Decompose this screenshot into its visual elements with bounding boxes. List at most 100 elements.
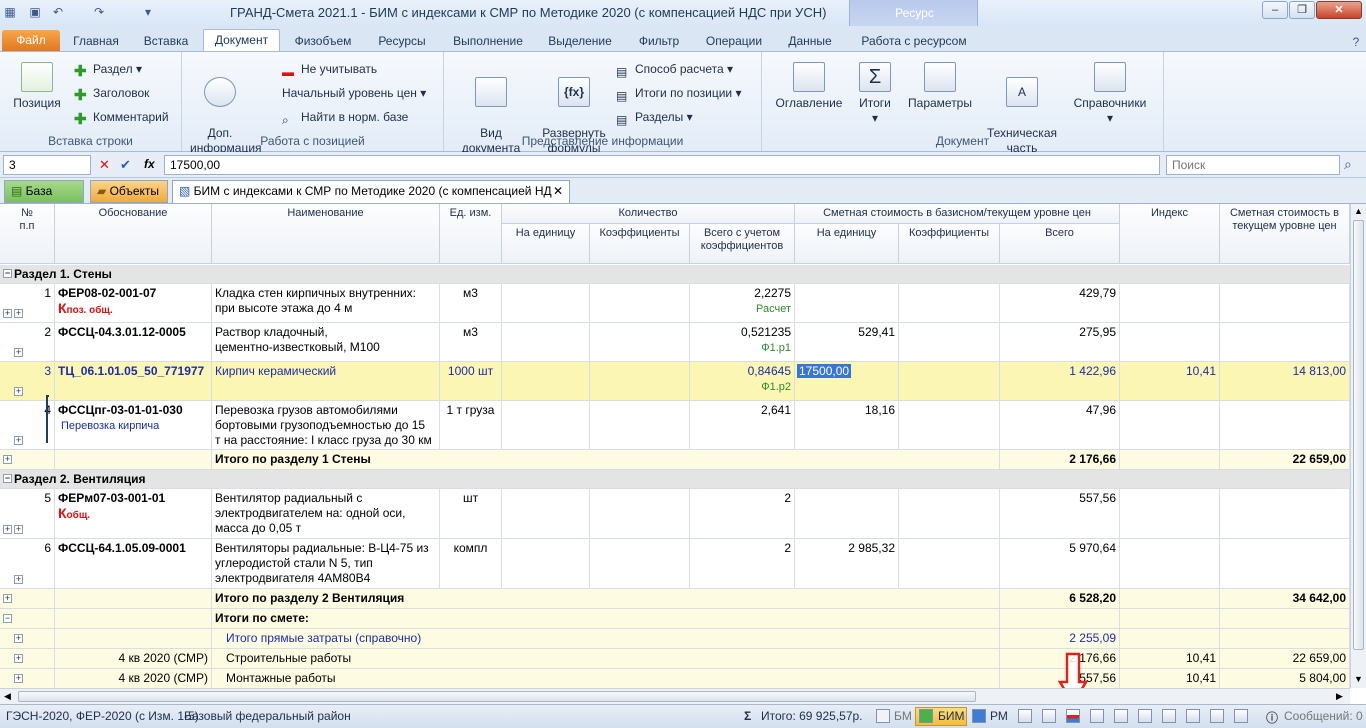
header-qty-total[interactable]: Всего с учетом коэффициентов (690, 224, 795, 264)
header-basis[interactable]: Обоснование (55, 204, 212, 264)
insert-comment-button[interactable]: ✚ Комментарий (74, 109, 169, 127)
table-row-selected[interactable]: 3 + ТЦ_06.1.01.05_50_771977 Кирпич керам… (0, 362, 1350, 401)
basis-code[interactable]: ФССЦ-04.3.01.12-0005 (55, 323, 212, 361)
scroll-right-icon[interactable]: ▶ (1336, 691, 1343, 702)
normative-base[interactable]: ГЭСН-2020, ФЕР-2020 (с Изм. 1-5) (6, 709, 199, 723)
expand-icon[interactable]: + (14, 575, 23, 584)
tab-filter[interactable]: Фильтр (630, 31, 688, 52)
position-totals-dropdown[interactable]: ▤ Итоги по позиции ▾ (616, 85, 741, 103)
search-icon[interactable]: ⌕ (1344, 156, 1352, 173)
header-unit[interactable]: Ед. изм. (440, 204, 502, 264)
maximize-button[interactable]: ❐ (1289, 1, 1315, 19)
mode-icon-2[interactable] (1042, 709, 1056, 723)
redo-icon[interactable]: ↷ (91, 4, 107, 20)
tab-document[interactable]: Документ (203, 29, 280, 52)
formula-input[interactable]: 17500,00 (164, 155, 1160, 175)
expand-icon[interactable]: + (14, 348, 23, 357)
region[interactable]: Базовый федеральный район (184, 709, 351, 723)
expand-icon[interactable]: + (14, 525, 23, 534)
quick-access-menu-icon[interactable]: ▾ (140, 4, 156, 20)
construction-works-row[interactable]: + 4 кв 2020 (СМР) Строительные работы 2 … (0, 649, 1350, 669)
scroll-down-icon[interactable]: ▼ (1354, 674, 1363, 684)
vertical-scrollbar[interactable]: ▲ ▼ (1350, 204, 1366, 688)
bm-icon[interactable] (876, 709, 890, 723)
calc-method-dropdown[interactable]: ▤ Способ расчета ▾ (616, 61, 733, 79)
cell-reference-field[interactable]: 3 (3, 155, 91, 175)
tab-document-open[interactable]: ▧ БИМ с индексами к СМР по Методике 2020… (172, 180, 570, 203)
header-num[interactable]: № п.п (0, 204, 55, 264)
tab-resources[interactable]: Ресурсы (370, 31, 434, 52)
ignore-button[interactable]: ▬ Не учитывать (282, 61, 377, 79)
header-cost-total[interactable]: Всего (1000, 224, 1120, 264)
mode-icon-4[interactable] (1114, 709, 1128, 723)
header-current-cost[interactable]: Сметная стоимость в текущем уровне цен (1220, 204, 1350, 264)
scroll-left-icon[interactable]: ◀ (4, 691, 11, 702)
rm-icon[interactable] (972, 709, 986, 723)
tab-objects[interactable]: ▰ Объекты (90, 180, 168, 203)
references-button[interactable]: Справочники ▾ (1068, 62, 1152, 126)
table-row[interactable]: 5 + + ФЕРм07-03-001-01 Кобщ. Вентилятор ра… (0, 489, 1350, 539)
direct-costs-row[interactable]: + Итого прямые затраты (справочно) 2 255… (0, 629, 1350, 649)
table-row[interactable]: 2 + ФССЦ-04.3.01.12-0005 Раствор кладочн… (0, 323, 1350, 362)
close-tab-icon[interactable]: ✕ (553, 181, 563, 202)
confirm-icon[interactable]: ✔ (120, 157, 131, 173)
mode-icon-9[interactable] (1234, 709, 1248, 723)
app-icon[interactable]: ▦ (2, 4, 18, 20)
help-icon[interactable]: ? (1348, 34, 1364, 50)
basis-code[interactable]: ТЦ_06.1.01.05_50_771977 (55, 362, 212, 400)
current-price-mode-icon[interactable] (1066, 709, 1080, 723)
tab-home[interactable]: Главная (66, 31, 126, 52)
basis-code[interactable]: ФССЦ-64.1.05.09-0001 (55, 539, 212, 588)
undo-icon[interactable]: ↶ (50, 4, 66, 20)
header-cost[interactable]: Сметная стоимость в базисном/текущем уро… (795, 204, 1120, 224)
estimate-totals-row[interactable]: − Итоги по смете: (0, 609, 1350, 629)
insert-heading-button[interactable]: ✚ Заголовок (74, 85, 149, 103)
totals-button[interactable]: Σ Итоги ▾ (852, 62, 898, 126)
tab-data[interactable]: Данные (780, 31, 840, 52)
expand-icon[interactable]: + (3, 525, 12, 534)
basis-code[interactable]: ФССЦпг-03-01-01-030 (58, 403, 183, 417)
expand-icon[interactable]: + (14, 309, 23, 318)
header-name[interactable]: Наименование (212, 204, 440, 264)
basis-code[interactable]: ФЕР08-02-001-07 (58, 286, 156, 300)
mode-icon-3[interactable] (1090, 709, 1104, 723)
horizontal-scrollbar[interactable]: ◀ ▶ (0, 688, 1350, 704)
mode-icon-6[interactable] (1162, 709, 1176, 723)
tab-operations[interactable]: Операции (699, 31, 769, 52)
tab-selection[interactable]: Выделение (542, 31, 618, 52)
expand-icon[interactable]: + (14, 387, 23, 396)
save-icon[interactable]: ▣ (27, 4, 43, 20)
mode-icon-5[interactable] (1138, 709, 1152, 723)
insert-position-button[interactable]: Позиция (8, 62, 66, 111)
minimize-button[interactable]: – (1262, 1, 1288, 19)
scroll-thumb[interactable] (1353, 220, 1364, 650)
bm-toggle[interactable]: БМ (894, 709, 912, 723)
scroll-up-icon[interactable]: ▲ (1354, 206, 1363, 216)
collapse-icon[interactable]: − (3, 269, 12, 278)
mode-icon-1[interactable] (1018, 709, 1032, 723)
tab-file[interactable]: Файл (2, 30, 60, 52)
price-level-dropdown[interactable]: Начальный уровень цен ▾ (282, 85, 426, 101)
tab-base[interactable]: ▤ База (4, 180, 84, 203)
header-qty-unit[interactable]: На единицу (502, 224, 590, 264)
tab-resource-work[interactable]: Работа с ресурсом (852, 31, 976, 52)
section-row[interactable]: − Раздел 1. Стены (0, 265, 1350, 284)
installation-works-row[interactable]: + 4 кв 2020 (СМР) Монтажные работы 557,5… (0, 669, 1350, 688)
table-row[interactable]: 4 + ФССЦпг-03-01-01-030 Перевозка кирпича… (0, 395, 1350, 450)
mode-icon-8[interactable] (1210, 709, 1224, 723)
search-input[interactable] (1166, 155, 1340, 175)
expand-icon[interactable]: + (14, 436, 23, 445)
cost-unit-editor[interactable]: 17500,00 (797, 364, 852, 378)
basis-code[interactable]: ФЕРм07-03-001-01 (58, 491, 165, 505)
insert-section-button[interactable]: ✚ Раздел ▾ (74, 61, 142, 79)
rm-toggle[interactable]: РМ (990, 709, 1008, 723)
header-qty-coef[interactable]: Коэффициенты (590, 224, 690, 264)
collapse-icon[interactable]: − (3, 474, 12, 483)
toc-button[interactable]: Оглавление (774, 62, 844, 111)
header-quantity[interactable]: Количество (502, 204, 795, 224)
section-total-row[interactable]: + Итого по разделу 1 Стены 2 176,66 22 6… (0, 450, 1350, 470)
cancel-icon[interactable]: ✕ (99, 157, 110, 173)
header-index[interactable]: Индекс (1120, 204, 1220, 264)
close-button[interactable]: ✕ (1316, 1, 1362, 19)
header-cost-unit[interactable]: На единицу (795, 224, 899, 264)
